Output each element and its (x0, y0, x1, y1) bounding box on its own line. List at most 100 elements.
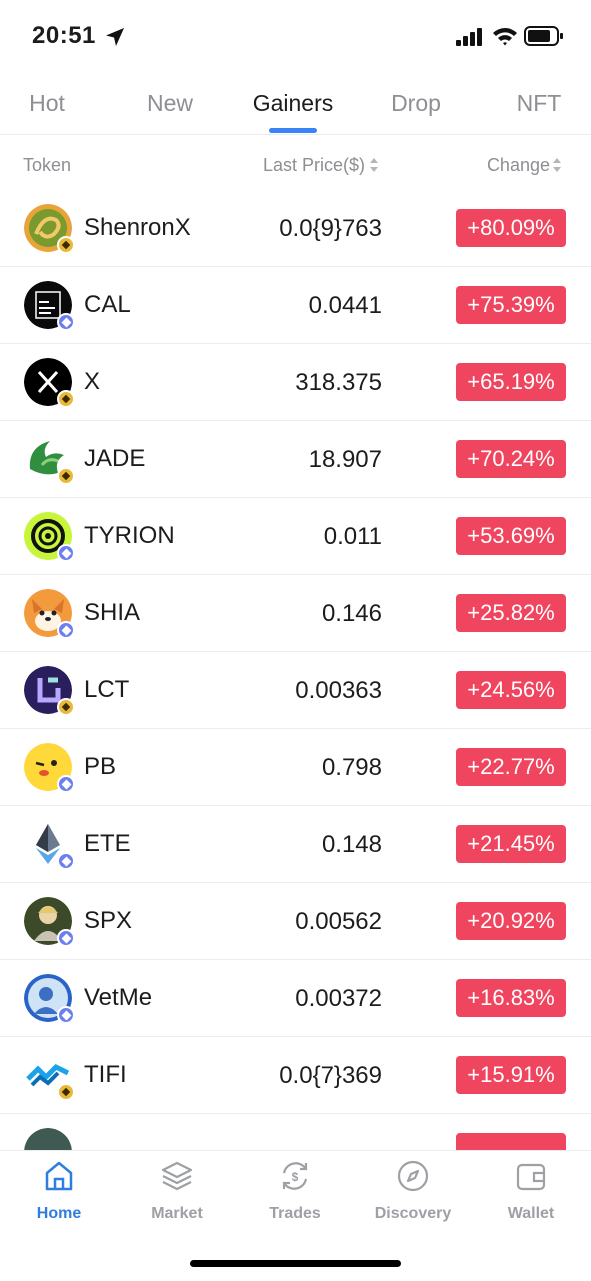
nav-home[interactable]: Home (0, 1151, 118, 1251)
ethereum-chain-icon (57, 1006, 75, 1024)
bnb-chain-icon (57, 467, 75, 485)
nav-discovery[interactable]: Discovery (354, 1151, 472, 1251)
layers-icon (161, 1161, 193, 1191)
wallet-icon (516, 1163, 546, 1191)
change-badge: +75.39% (456, 286, 566, 324)
token-price: 0.00372 (295, 985, 382, 1012)
ethereum-chain-icon (57, 852, 75, 870)
ethereum-chain-icon (57, 313, 75, 331)
change-badge: +24.56% (456, 671, 566, 709)
token-symbol: VetMe (84, 984, 153, 1011)
change-badge: +65.19% (456, 363, 566, 401)
column-header-token: Token (23, 155, 72, 175)
token-price: 318.375 (295, 369, 382, 396)
change-badge: +70.24% (456, 440, 566, 478)
token-symbol: ShenronX (84, 214, 191, 241)
nav-discovery-label: Discovery (374, 1205, 452, 1222)
token-price: 0.0{9}763 (279, 215, 382, 242)
token-symbol: JADE (84, 445, 146, 472)
nav-trades[interactable]: $ Trades (236, 1151, 354, 1251)
table-header: Token Last Price($) Change (0, 135, 591, 191)
change-badge (456, 1133, 566, 1150)
nav-wallet[interactable]: Wallet (472, 1151, 590, 1251)
signal-icon (456, 28, 482, 46)
tab-nft[interactable]: NFT (517, 90, 562, 117)
bnb-chain-icon (57, 698, 75, 716)
token-row[interactable]: ShenronX 0.0{9}763 +80.09% (0, 190, 591, 267)
token-row[interactable]: VetMe 0.00372 +16.83% (0, 960, 591, 1037)
change-badge: +15.91% (456, 1056, 566, 1094)
token-row[interactable]: ETE 0.148 +21.45% (0, 806, 591, 883)
token-row[interactable]: SHIA 0.146 +25.82% (0, 575, 591, 652)
active-tab-indicator (269, 128, 317, 133)
token-symbol: X (84, 368, 101, 395)
token-row[interactable]: CAL 0.0441 +75.39% (0, 267, 591, 344)
wifi-icon (493, 28, 517, 46)
tab-new[interactable]: New (147, 90, 193, 117)
token-price: 18.907 (308, 446, 382, 473)
token-row[interactable]: PB 0.798 +22.77% (0, 729, 591, 806)
nav-home-label: Home (36, 1205, 82, 1222)
bnb-chain-icon (57, 1083, 75, 1101)
change-badge: +21.45% (456, 825, 566, 863)
sort-arrows-icon[interactable] (369, 157, 379, 173)
ethereum-chain-icon (57, 621, 75, 639)
token-price: 0.00562 (295, 908, 382, 935)
location-arrow-icon (106, 28, 124, 46)
token-symbol: LCT (84, 676, 130, 703)
home-icon (45, 1161, 73, 1191)
swap-dollar-icon: $ (282, 1162, 308, 1190)
tab-drop[interactable]: Drop (391, 90, 441, 117)
nav-wallet-label: Wallet (507, 1205, 555, 1222)
column-header-last-price[interactable]: Last Price($) (263, 155, 365, 176)
change-badge: +80.09% (456, 209, 566, 247)
svg-text:$: $ (292, 1170, 299, 1184)
token-symbol: CAL (84, 291, 131, 318)
token-list: ShenronX 0.0{9}763 +80.09% CAL 0.0441 +7… (0, 190, 591, 1150)
token-price: 0.148 (321, 831, 382, 858)
change-badge: +20.92% (456, 902, 566, 940)
status-bar: 20:51 (0, 0, 591, 70)
token-symbol: TYRION (84, 522, 175, 549)
change-badge: +53.69% (456, 517, 566, 555)
compass-icon (397, 1160, 429, 1192)
token-price: 0.0{7}369 (279, 1062, 382, 1089)
column-header-change[interactable]: Change (487, 155, 550, 176)
token-price: 0.011 (323, 523, 382, 550)
change-badge: +16.83% (456, 979, 566, 1017)
token-row[interactable]: SPX 0.00562 +20.92% (0, 883, 591, 960)
token-symbol: PB (84, 753, 117, 780)
token-price: 0.0441 (308, 292, 382, 319)
token-row[interactable]: TIFI 0.0{7}369 +15.91% (0, 1037, 591, 1114)
status-time: 20:51 (32, 22, 96, 49)
change-badge: +22.77% (456, 748, 566, 786)
nav-market[interactable]: Market (118, 1151, 236, 1251)
token-row-partial[interactable] (0, 1114, 591, 1150)
token-price: 0.798 (321, 754, 382, 781)
ethereum-chain-icon (57, 929, 75, 947)
ethereum-chain-icon (57, 544, 75, 562)
tab-gainers[interactable]: Gainers (253, 90, 334, 117)
ethereum-chain-icon (57, 775, 75, 793)
bnb-chain-icon (57, 236, 75, 254)
home-indicator (190, 1260, 401, 1267)
token-symbol: TIFI (84, 1061, 127, 1088)
sort-arrows-icon[interactable] (552, 157, 562, 173)
token-price: 0.00363 (295, 677, 382, 704)
token-logo-icon (24, 1128, 72, 1150)
category-tabs: Hot New Gainers Drop NFT (0, 70, 591, 135)
bnb-chain-icon (57, 390, 75, 408)
nav-trades-label: Trades (269, 1205, 321, 1222)
token-symbol: SHIA (84, 599, 141, 626)
nav-market-label: Market (151, 1205, 203, 1222)
token-symbol: ETE (84, 830, 131, 857)
token-row[interactable]: JADE 18.907 +70.24% (0, 421, 591, 498)
token-row[interactable]: TYRION 0.011 +53.69% (0, 498, 591, 575)
token-symbol: SPX (84, 907, 133, 934)
tab-hot[interactable]: Hot (29, 90, 65, 117)
token-row[interactable]: LCT 0.00363 +24.56% (0, 652, 591, 729)
token-row[interactable]: X 318.375 +65.19% (0, 344, 591, 421)
change-badge: +25.82% (456, 594, 566, 632)
battery-icon (524, 26, 563, 46)
token-price: 0.146 (321, 600, 382, 627)
